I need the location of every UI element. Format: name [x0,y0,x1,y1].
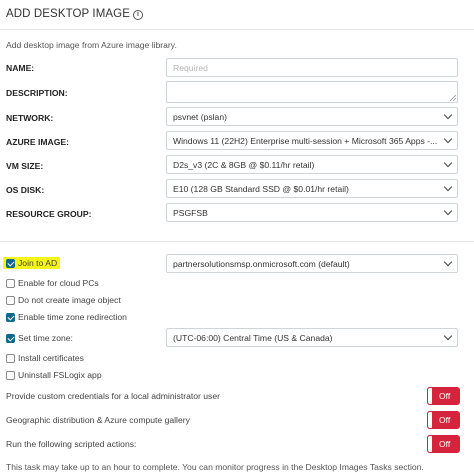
uninstall-fslogix-checkbox[interactable] [6,371,15,380]
azure-image-select[interactable]: Windows 11 (22H2) Enterprise multi-sessi… [166,131,458,150]
toggle-state: Off [439,439,451,449]
chevron-down-icon [443,206,453,216]
name-placeholder: Required [173,63,208,73]
vm-size-value: D2s_v3 (2C & 8GB @ $0.11/hr retail) [173,160,315,170]
page-title: ADD DESKTOP IMAGE i [6,8,143,20]
vm-size-label: VM SIZE: [6,161,44,171]
install-certificates-label: Install certificates [18,353,84,363]
custom-credentials-toggle[interactable]: Off [427,387,460,405]
os-disk-select[interactable]: E10 (128 GB Standard SSD @ $0.01/hr reta… [166,179,458,198]
os-disk-value: E10 (128 GB Standard SSD @ $0.01/hr reta… [173,184,349,194]
scripted-actions-toggle[interactable]: Off [427,435,460,453]
network-label: NETWORK: [6,113,54,123]
join-ad-checkbox[interactable] [6,259,15,268]
network-value: psvnet (pslan) [173,112,227,122]
subtitle: Add desktop image from Azure image libra… [6,40,177,50]
chevron-down-icon [443,110,453,120]
vm-size-select[interactable]: D2s_v3 (2C & 8GB @ $0.11/hr retail) [166,155,458,174]
toggle-state: Off [439,391,451,401]
enable-cloud-pcs-label: Enable for cloud PCs [18,278,99,288]
no-image-object-label: Do not create image object [18,295,121,305]
scripted-actions-label: Run the following scripted actions: [6,439,137,449]
enable-cloud-pcs-checkbox[interactable] [6,279,15,288]
geo-distribution-label: Geographic distribution & Azure compute … [6,415,190,425]
toggle-knob [427,387,433,405]
description-label: DESCRIPTION: [6,88,68,98]
join-ad-label: Join to AD [18,258,58,268]
chevron-down-icon [443,182,453,192]
resource-group-label: RESOURCE GROUP: [6,209,92,219]
set-time-zone-label: Set time zone: [18,333,73,343]
install-certificates-checkbox[interactable] [6,354,15,363]
page-title-text: ADD DESKTOP IMAGE [6,8,130,20]
time-zone-redirection-checkbox[interactable] [6,313,15,322]
network-select[interactable]: psvnet (pslan) [166,107,458,126]
uninstall-fslogix-label: Uninstall FSLogix app [18,370,102,380]
ad-domain-value: partnersolutionsmsp.onmicrosoft.com (def… [173,259,350,269]
resize-handle-icon[interactable] [449,94,456,101]
azure-image-label: AZURE IMAGE: [6,137,70,147]
chevron-down-icon [443,331,453,341]
chevron-down-icon [443,257,453,267]
name-label: NAME: [6,63,35,73]
resource-group-select[interactable]: PSGFSB [166,203,458,222]
info-icon[interactable]: i [132,10,143,20]
chevron-down-icon [443,134,453,144]
name-field[interactable]: Required [166,58,458,77]
geo-distribution-toggle[interactable]: Off [427,411,460,429]
toggle-knob [427,411,433,429]
toggle-knob [427,435,433,453]
no-image-object-checkbox[interactable] [6,296,15,305]
chevron-down-icon [443,158,453,168]
os-disk-label: OS DISK: [6,185,45,195]
ad-domain-select[interactable]: partnersolutionsmsp.onmicrosoft.com (def… [166,254,458,273]
resource-group-value: PSGFSB [173,208,208,218]
time-zone-redirection-label: Enable time zone redirection [18,312,127,322]
description-field[interactable] [166,81,458,103]
footnote: This task may take up to an hour to comp… [6,462,424,472]
time-zone-select[interactable]: (UTC-06:00) Central Time (US & Canada) [166,328,458,347]
header-divider [0,29,474,30]
azure-image-value: Windows 11 (22H2) Enterprise multi-sessi… [173,136,438,146]
toggle-state: Off [439,415,451,425]
time-zone-value: (UTC-06:00) Central Time (US & Canada) [173,333,333,343]
section-divider [0,241,474,242]
set-time-zone-checkbox[interactable] [6,334,15,343]
custom-credentials-label: Provide custom credentials for a local a… [6,391,220,401]
